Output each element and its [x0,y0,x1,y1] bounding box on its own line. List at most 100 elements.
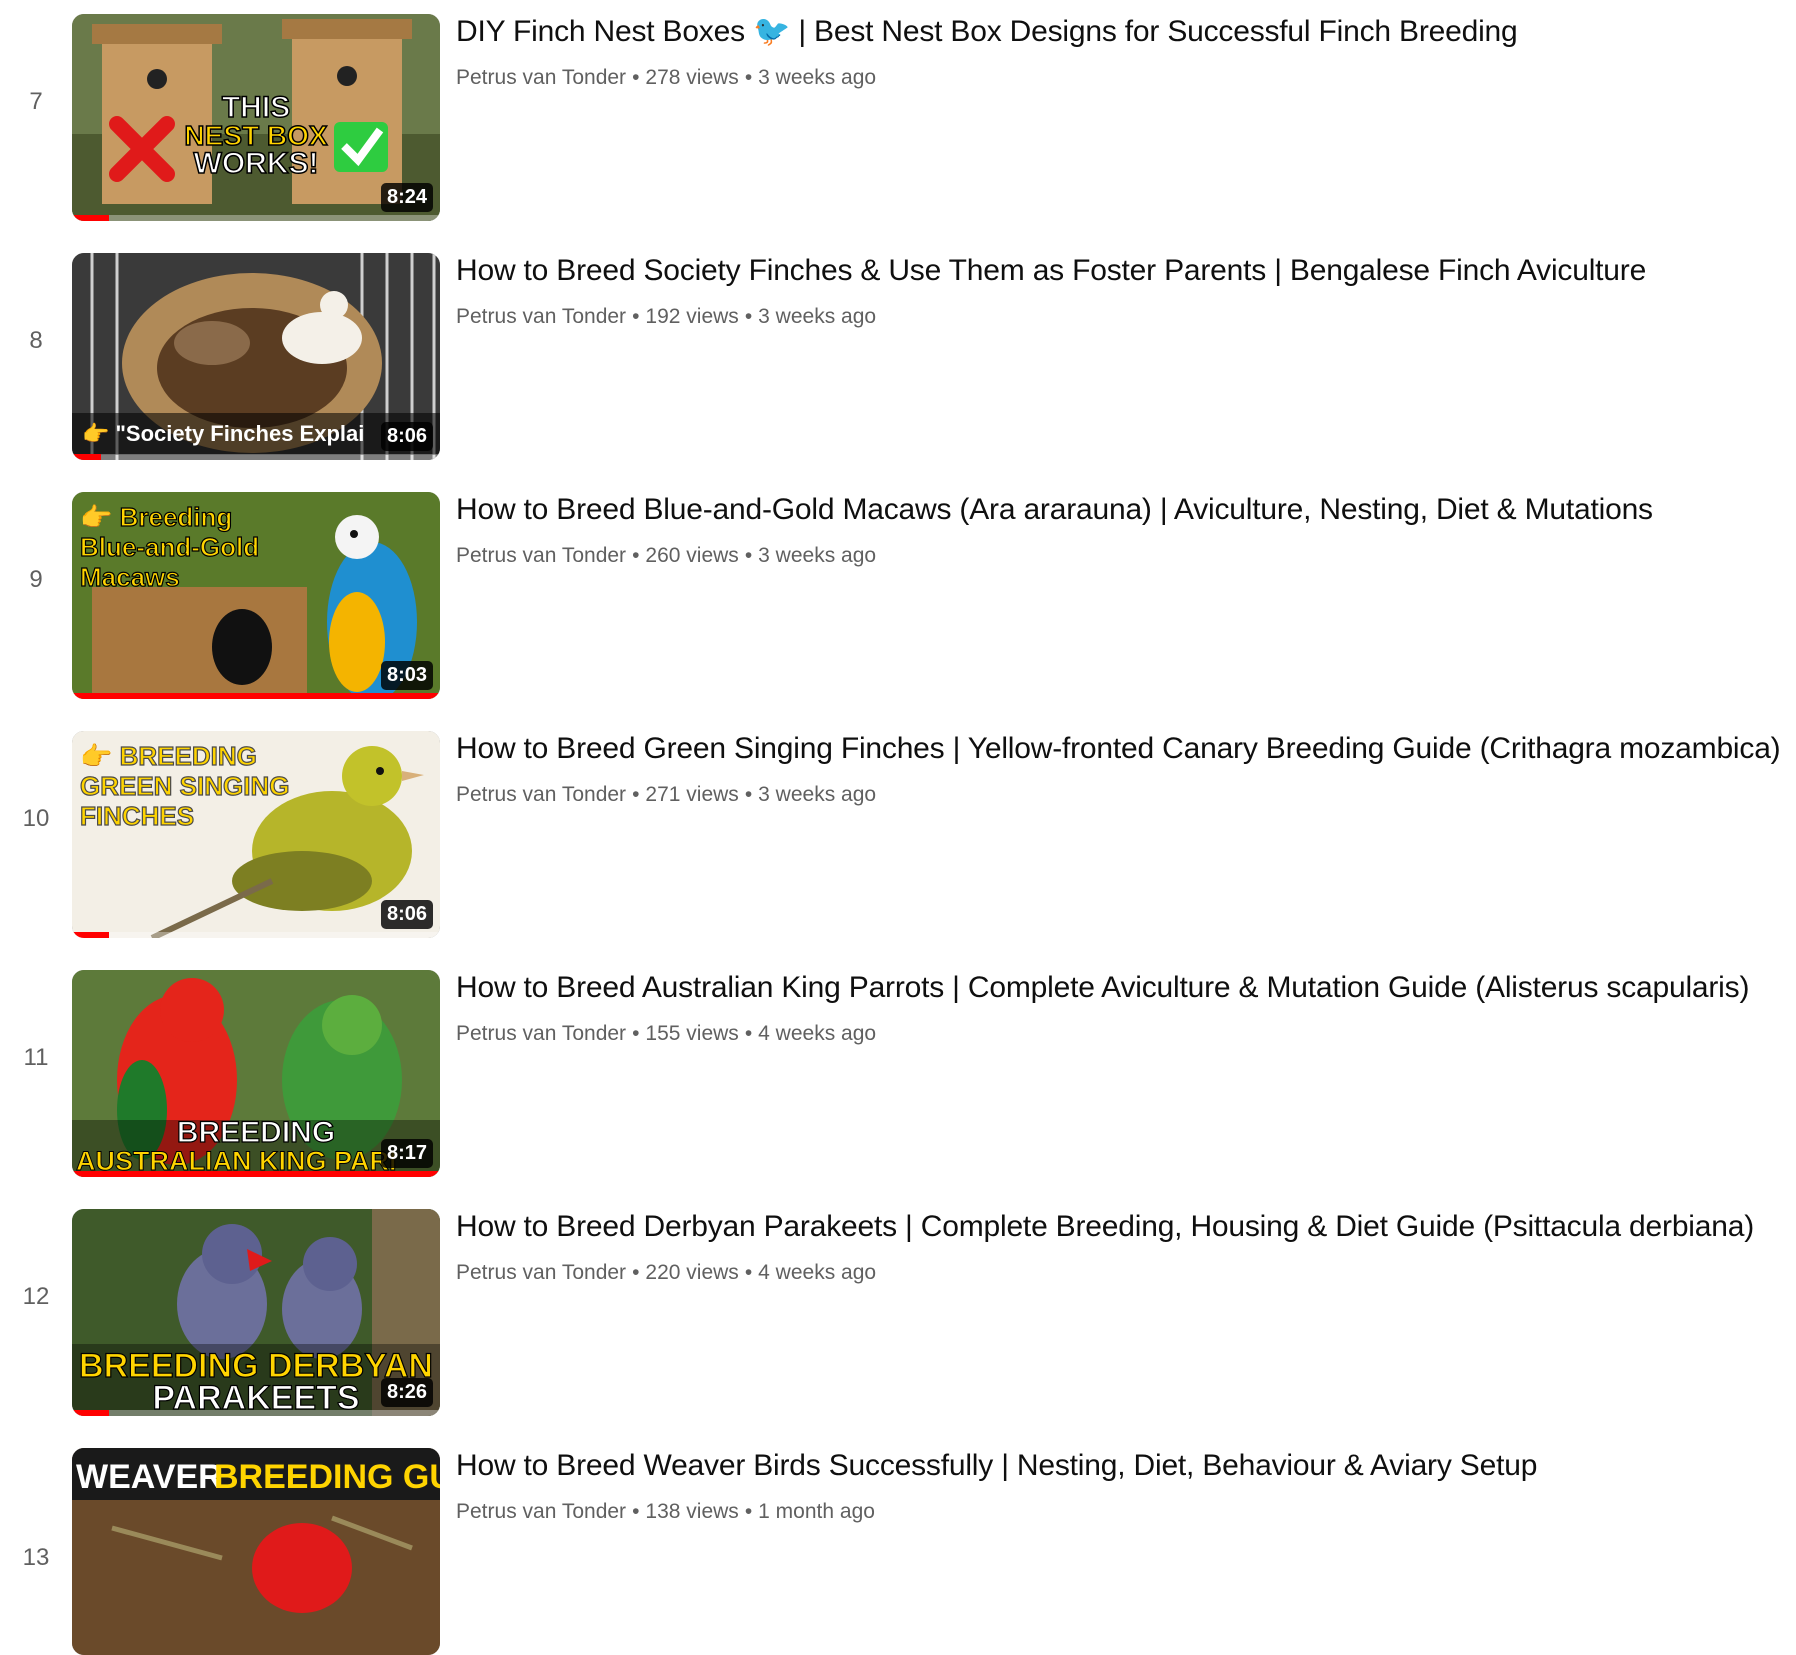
upload-age: 1 month ago [758,1500,875,1523]
watch-progress [72,454,440,460]
meta-separator: • [744,1500,753,1523]
video-title[interactable]: How to Breed Society Finches & Use Them … [456,251,1786,291]
meta-separator: • [744,783,753,806]
video-info: How to Breed Australian King Parrots | C… [456,968,1786,1046]
video-thumbnail[interactable]: THIS NEST BOX WORKS! 8:24 [72,14,440,221]
thumb-overlay-text: BREEDING GUIDE [214,1458,440,1496]
upload-age: 4 weeks ago [758,1022,877,1045]
upload-age: 3 weeks ago [758,66,877,89]
watch-progress [72,932,440,938]
meta-separator: • [632,783,640,806]
upload-age: 4 weeks ago [758,1261,877,1284]
duration-badge: 8:17 [380,1139,433,1168]
view-count: 260 views [645,544,739,567]
video-title[interactable]: DIY Finch Nest Boxes 🐦 | Best Nest Box D… [456,12,1786,52]
video-title[interactable]: How to Breed Derbyan Parakeets | Complet… [456,1207,1786,1247]
video-info: How to Breed Green Singing Finches | Yel… [456,729,1786,807]
video-title[interactable]: How to Breed Australian King Parrots | C… [456,968,1786,1008]
channel-name[interactable]: Petrus van Tonder [456,305,626,328]
meta-separator: • [744,66,753,89]
duration-badge: 8:24 [380,183,433,212]
video-info: How to Breed Weaver Birds Successfully |… [456,1446,1786,1524]
video-info: How to Breed Blue-and-Gold Macaws (Ara a… [456,490,1786,568]
video-thumbnail[interactable]: 👉 BREEDING GREEN SINGING FINCHES 8:06 [72,731,440,938]
view-count: 220 views [645,1261,739,1284]
video-meta: Petrus van Tonder • 278 views • 3 weeks ago [456,66,1786,90]
video-meta: Petrus van Tonder • 260 views • 3 weeks ago [456,544,1786,568]
view-count: 278 views [645,66,739,89]
view-count: 271 views [645,783,739,806]
thumb-overlay-text: Blue-and-Gold [80,532,259,562]
meta-separator: • [744,544,753,567]
thumb-overlay-text: 👉 BREEDING [80,741,257,771]
watch-progress [72,1410,440,1416]
video-title[interactable]: How to Breed Blue-and-Gold Macaws (Ara a… [456,490,1786,530]
playlist-index: 10 [22,805,50,832]
channel-name[interactable]: Petrus van Tonder [456,544,626,567]
view-count: 138 views [645,1500,739,1523]
video-info: How to Breed Society Finches & Use Them … [456,251,1786,329]
watch-progress [72,1171,440,1177]
meta-separator: • [632,1261,640,1284]
thumb-overlay-text: 👉 "Society Finches Explai [82,421,364,446]
video-thumbnail[interactable]: WEAVER BREEDING GUIDE [72,1448,440,1655]
duration-badge: 8:26 [380,1378,433,1407]
playlist: 7 THIS NEST BOX WORKS! 8:24 DIY Finch Ne… [0,0,1796,1655]
thumb-overlay-text: 👉 Breeding [80,502,232,532]
video-thumbnail[interactable]: BREEDING DERBYAN PARAKEETS 8:26 [72,1209,440,1416]
video-thumbnail[interactable]: 👉 "Society Finches Explai 8:06 [72,253,440,460]
channel-name[interactable]: Petrus van Tonder [456,1261,626,1284]
view-count: 192 views [645,305,739,328]
duration-badge: 8:03 [380,661,433,690]
thumb-overlay-text: GREEN SINGING [80,771,289,801]
duration-badge: 8:06 [380,900,433,929]
watch-progress [72,215,440,221]
view-count: 155 views [645,1022,739,1045]
meta-separator: • [632,1500,640,1523]
thumbnail-image: WEAVER BREEDING GUIDE [72,1448,440,1655]
upload-age: 3 weeks ago [758,544,877,567]
upload-age: 3 weeks ago [758,783,877,806]
upload-age: 3 weeks ago [758,305,877,328]
video-meta: Petrus van Tonder • 138 views • 1 month ago [456,1500,1786,1524]
playlist-item[interactable]: 13 WEAVER BREEDING GUIDE How to Breed We… [0,1434,1796,1655]
channel-name[interactable]: Petrus van Tonder [456,783,626,806]
video-title[interactable]: How to Breed Weaver Birds Successfully |… [456,1446,1786,1486]
watch-progress-fill [72,215,109,221]
playlist-index: 12 [22,1283,50,1310]
playlist-item[interactable]: 10 👉 BREEDING GREEN SINGING FINCHES 8:06… [0,717,1796,938]
thumb-overlay-text: BREEDING [177,1116,335,1149]
playlist-item[interactable]: 12 BREEDING DERBYAN PARAKEETS 8:26 How t… [0,1195,1796,1416]
thumb-overlay-text: WEAVER [76,1458,223,1496]
meta-separator: • [632,305,640,328]
playlist-item[interactable]: 11 BREEDING AUSTRALIAN KING PARI 8:17 Ho… [0,956,1796,1177]
thumb-overlay-text: Macaws [80,562,180,592]
duration-badge: 8:06 [380,422,433,451]
watch-progress-fill [72,1410,109,1416]
thumb-overlay-text: FINCHES [80,801,194,831]
meta-separator: • [632,544,640,567]
watch-progress-fill [72,693,440,699]
channel-name[interactable]: Petrus van Tonder [456,1022,626,1045]
playlist-item[interactable]: 7 THIS NEST BOX WORKS! 8:24 DIY Finch Ne… [0,0,1796,221]
channel-name[interactable]: Petrus van Tonder [456,66,626,89]
video-title[interactable]: How to Breed Green Singing Finches | Yel… [456,729,1786,769]
watch-progress-fill [72,932,109,938]
video-thumbnail[interactable]: BREEDING AUSTRALIAN KING PARI 8:17 [72,970,440,1177]
meta-separator: • [744,305,753,328]
playlist-item[interactable]: 9 👉 Breeding Blue-and-Gold Macaws 8:03 H… [0,478,1796,699]
thumb-overlay-text: WORKS! [194,147,319,180]
video-thumbnail[interactable]: 👉 Breeding Blue-and-Gold Macaws 8:03 [72,492,440,699]
video-info: How to Breed Derbyan Parakeets | Complet… [456,1207,1786,1285]
playlist-item[interactable]: 8 👉 "Society Finches Explai 8:06 How to … [0,239,1796,460]
playlist-index: 11 [23,1044,49,1071]
meta-separator: • [632,66,640,89]
playlist-index: 7 [29,88,43,115]
video-meta: Petrus van Tonder • 220 views • 4 weeks ago [456,1261,1786,1285]
playlist-index: 9 [29,566,43,593]
video-meta: Petrus van Tonder • 271 views • 3 weeks ago [456,783,1786,807]
channel-name[interactable]: Petrus van Tonder [456,1500,626,1523]
video-meta: Petrus van Tonder • 192 views • 3 weeks ago [456,305,1786,329]
meta-separator: • [744,1261,753,1284]
meta-separator: • [744,1022,753,1045]
